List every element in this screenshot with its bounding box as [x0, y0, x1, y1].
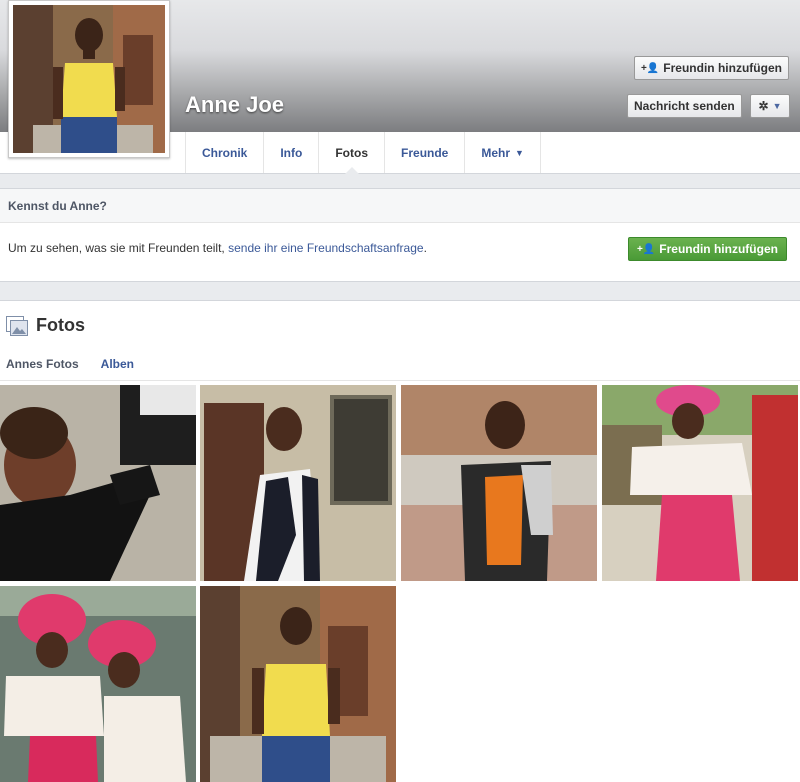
tab-chronik[interactable]: Chronik: [186, 132, 265, 173]
profile-name[interactable]: Anne Joe: [185, 92, 284, 118]
photo-image: [602, 385, 798, 581]
tab-mehr[interactable]: Mehr ▼: [465, 132, 541, 173]
send-message-label: Nachricht senden: [634, 99, 735, 113]
tab-list: Chronik Info Fotos Freunde Mehr ▼: [185, 132, 541, 174]
photo-thumbnail[interactable]: [0, 385, 196, 581]
tab-info[interactable]: Info: [264, 132, 320, 173]
chevron-down-icon: ▼: [515, 147, 524, 158]
know-text-after: .: [423, 241, 427, 255]
photo-subtabs: Annes Fotos Alben: [6, 357, 134, 371]
chevron-down-icon: ▼: [772, 101, 782, 111]
subtab-alben[interactable]: Alben: [101, 357, 134, 371]
tab-label: Mehr: [481, 145, 511, 160]
photo-thumbnail[interactable]: [200, 586, 396, 782]
separator-band: [0, 282, 800, 300]
gear-icon: ✲: [758, 99, 769, 113]
subtab-annes-fotos[interactable]: Annes Fotos: [6, 357, 79, 371]
photos-icon: [6, 315, 28, 336]
tab-freunde[interactable]: Freunde: [385, 132, 466, 173]
know-person-box: Kennst du Anne? Um zu sehen, was sie mit…: [0, 188, 800, 282]
photos-section: Fotos Annes Fotos Alben: [0, 300, 800, 782]
know-text: Um zu sehen, was sie mit Freunden teilt,…: [8, 241, 427, 255]
photo-image: [200, 385, 396, 581]
photos-title: Fotos: [36, 315, 85, 335]
tab-fotos[interactable]: Fotos: [319, 132, 386, 174]
photo-image: [200, 586, 396, 782]
add-friend-green-label: Freundin hinzufügen: [659, 242, 778, 256]
friend-request-link[interactable]: sende ihr eine Freundschaftsanfrage: [228, 241, 423, 255]
photo-thumbnail[interactable]: [401, 385, 597, 581]
separator-band: [0, 174, 800, 188]
tab-label: Freunde: [401, 145, 449, 160]
photo-thumbnail[interactable]: [0, 586, 196, 782]
settings-dropdown-button[interactable]: ✲ ▼: [750, 94, 790, 118]
profile-picture[interactable]: [8, 0, 170, 158]
divider: [0, 380, 800, 381]
photo-image: [0, 385, 196, 581]
know-text-before: Um zu sehen, was sie mit Freunden teilt,: [8, 241, 229, 255]
add-friend-icon: +👤: [637, 243, 656, 255]
tab-label: Fotos: [335, 145, 369, 160]
add-friend-button[interactable]: +👤 Freundin hinzufügen: [634, 56, 789, 80]
tab-label: Info: [280, 145, 303, 160]
add-friend-icon: +👤: [641, 62, 660, 74]
add-friend-green-button[interactable]: +👤 Freundin hinzufügen: [628, 237, 787, 261]
photo-thumbnail[interactable]: [602, 385, 798, 581]
photos-header: Fotos: [6, 315, 85, 336]
tab-label: Chronik: [202, 145, 248, 160]
photo-thumbnail[interactable]: [200, 385, 396, 581]
add-friend-label: Freundin hinzufügen: [663, 61, 782, 75]
know-heading: Kennst du Anne?: [0, 189, 800, 223]
photo-image: [401, 385, 597, 581]
send-message-button[interactable]: Nachricht senden: [627, 94, 742, 118]
photo-image: [0, 586, 196, 782]
profile-photo-image: [13, 5, 165, 153]
